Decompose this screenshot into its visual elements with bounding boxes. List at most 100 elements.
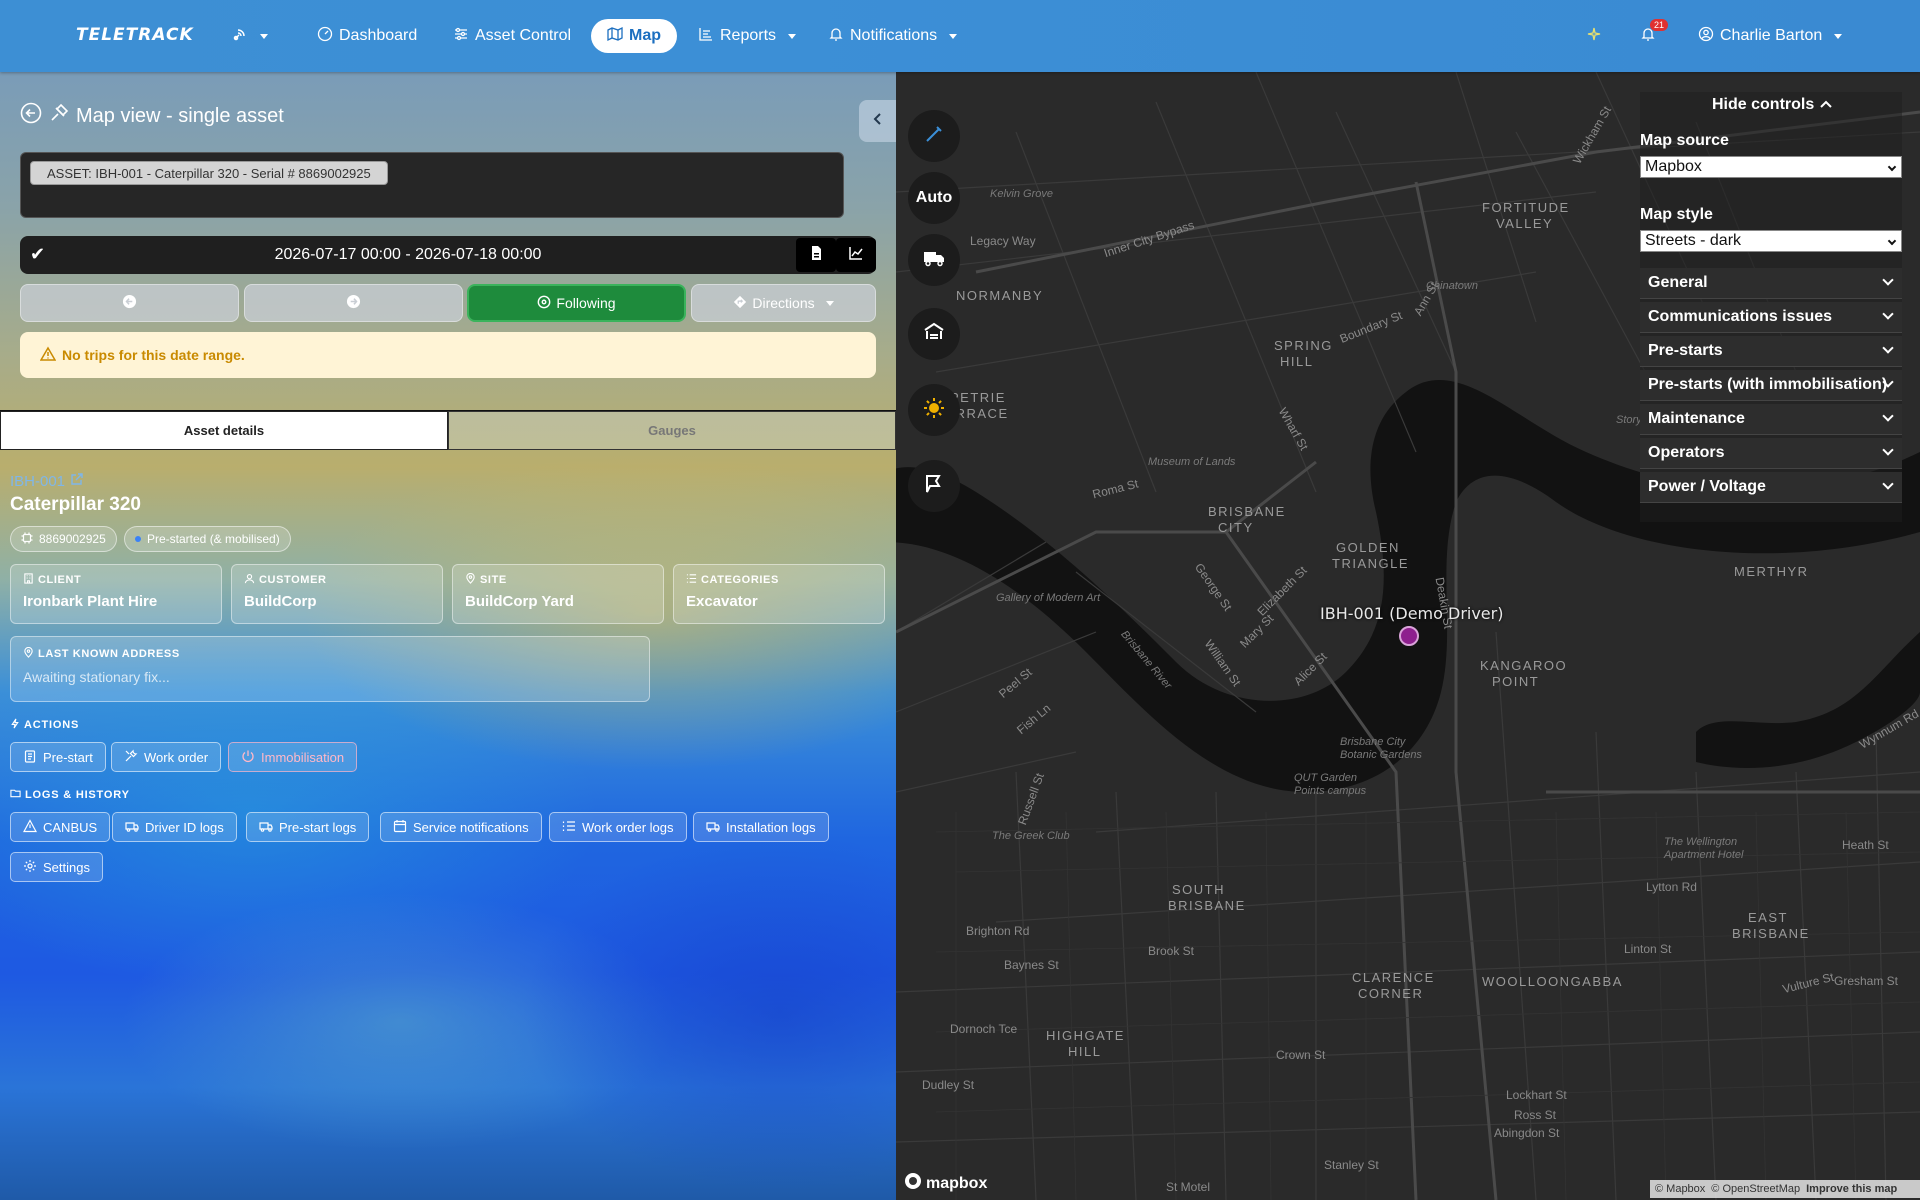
- next-button[interactable]: [244, 284, 463, 322]
- export-document-button[interactable]: [796, 238, 836, 272]
- work-order-button[interactable]: Work order: [111, 742, 222, 772]
- gear-icon: [23, 859, 37, 876]
- accordion-pre-starts-immobilisation[interactable]: Pre-starts (with immobilisation): [1640, 370, 1902, 401]
- map-style-label: Map style: [1640, 206, 1713, 223]
- draw-tool-button[interactable]: [908, 110, 960, 162]
- sliders-icon: [453, 26, 469, 47]
- geofence-tool-button[interactable]: [908, 460, 960, 512]
- asset-id-link[interactable]: IBH-001: [10, 472, 84, 490]
- map-style-value: Streets - dark: [1645, 232, 1742, 249]
- nav-notifications[interactable]: Notifications: [818, 19, 967, 53]
- nav-reports-label: Reports: [720, 27, 777, 44]
- map-label-heath-st: Heath St: [1842, 838, 1889, 852]
- mapbox-logo[interactable]: mapbox: [904, 1172, 987, 1195]
- satellite-menu[interactable]: [222, 19, 278, 53]
- lightning-icon: [10, 718, 20, 732]
- work-order-logs-button[interactable]: Work order logs: [549, 812, 687, 842]
- chevron-down-icon: [1882, 410, 1894, 422]
- map-pin-icon: [465, 572, 476, 587]
- back-arrow-icon[interactable]: [20, 102, 42, 130]
- vehicles-layer-button[interactable]: [908, 234, 960, 286]
- power-icon: [241, 749, 255, 766]
- installation-logs-label: Installation logs: [726, 819, 816, 835]
- address-label: LAST KNOWN ADDRESS: [38, 648, 180, 660]
- user-menu[interactable]: Charlie Barton: [1688, 19, 1852, 53]
- accordion-maintenance[interactable]: Maintenance: [1640, 404, 1902, 435]
- wrench-icon: [124, 749, 138, 766]
- canbus-button[interactable]: CANBUS: [10, 812, 111, 842]
- driver-id-logs-button[interactable]: Driver ID logs: [112, 812, 237, 842]
- sparkle-button[interactable]: [1576, 19, 1612, 53]
- installation-logs-button[interactable]: Installation logs: [693, 812, 829, 842]
- immobilisation-button[interactable]: Immobilisation: [228, 742, 358, 772]
- status-text: Pre-started (& mobilised): [147, 532, 280, 546]
- pencil-icon: [922, 122, 946, 151]
- map-label-lytton-rd: Lytton Rd: [1646, 880, 1697, 894]
- attribution-mapbox-link[interactable]: © Mapbox: [1655, 1183, 1705, 1195]
- customer-label-row: CUSTOMER: [244, 573, 430, 587]
- date-range-input[interactable]: 2026-07-17 00:00 - 2026-07-18 00:00: [20, 246, 796, 264]
- selected-asset-chip[interactable]: ASSET: IBH-001 - Caterpillar 320 - Seria…: [30, 161, 388, 185]
- service-notifications-label: Service notifications: [413, 819, 529, 835]
- site-label-row: SITE: [465, 572, 651, 587]
- address-value: Awaiting stationary fix...: [23, 669, 170, 685]
- theme-toggle-button[interactable]: [908, 384, 960, 436]
- notification-bell-button[interactable]: 21: [1630, 18, 1669, 53]
- asset-marker[interactable]: [1399, 626, 1419, 646]
- chip-icon: [21, 532, 33, 547]
- accordion-general[interactable]: General: [1640, 268, 1902, 299]
- chart-button[interactable]: [836, 238, 876, 272]
- map-label-east: EAST: [1748, 910, 1788, 925]
- asset-marker-label: IBH-001 (Demo Driver): [1320, 604, 1504, 623]
- tab-gauges[interactable]: Gauges: [448, 411, 896, 450]
- map-label-museum-lands: Museum of Lands: [1148, 456, 1236, 468]
- directions-dropdown[interactable]: Directions: [691, 284, 876, 322]
- nav-notifications-label: Notifications: [850, 27, 938, 44]
- brand-logo[interactable]: TELETRACK: [76, 25, 194, 45]
- following-toggle-button[interactable]: Following: [467, 284, 686, 322]
- improve-map-link[interactable]: Improve this map: [1806, 1183, 1897, 1195]
- pre-start-logs-button[interactable]: Pre-start logs: [246, 812, 370, 842]
- accordion-power-voltage[interactable]: Power / Voltage: [1640, 472, 1902, 503]
- map-label-highgate-hill: HILL: [1068, 1044, 1102, 1059]
- chevron-down-icon: [1882, 308, 1894, 320]
- attribution-osm-link[interactable]: © OpenStreetMap: [1711, 1183, 1800, 1195]
- chevron-down-icon: [949, 33, 958, 39]
- actions-section-label: ACTIONS: [10, 718, 79, 732]
- service-notifications-button[interactable]: Service notifications: [380, 812, 542, 842]
- clipboard-icon: [23, 749, 37, 766]
- map-source-select[interactable]: Mapbox: [1640, 156, 1902, 178]
- chevron-down-icon: [825, 300, 834, 306]
- auto-zoom-button[interactable]: Auto: [908, 172, 960, 224]
- list-icon: [698, 26, 714, 47]
- chevron-down-icon: [1834, 33, 1843, 39]
- map-label-spring: SPRING: [1274, 338, 1333, 353]
- nav-dashboard[interactable]: Dashboard: [307, 19, 427, 53]
- map-label-point: POINT: [1492, 674, 1540, 689]
- gauge-icon: [317, 26, 333, 47]
- map-style-select[interactable]: Streets - dark: [1640, 230, 1902, 252]
- directions-icon: [733, 295, 747, 312]
- site-value: BuildCorp Yard: [465, 593, 574, 610]
- nav-map[interactable]: Map: [591, 19, 677, 53]
- accordion-pre-starts[interactable]: Pre-starts: [1640, 336, 1902, 367]
- collapse-panel-button[interactable]: [859, 100, 896, 142]
- chevron-down-icon: [1882, 444, 1894, 456]
- client-label-row: CLIENT: [23, 573, 209, 587]
- map-label-wellington-hotel: The Wellington Apartment Hotel: [1664, 836, 1744, 861]
- nav-asset-control[interactable]: Asset Control: [443, 19, 581, 53]
- previous-button[interactable]: [20, 284, 239, 322]
- sites-layer-button[interactable]: [908, 308, 960, 360]
- asset-select-input[interactable]: ASSET: IBH-001 - Caterpillar 320 - Seria…: [20, 152, 844, 218]
- accordion-operators[interactable]: Operators: [1640, 438, 1902, 469]
- nav-reports[interactable]: Reports: [688, 19, 806, 53]
- accordion-communications-issues[interactable]: Communications issues: [1640, 302, 1902, 333]
- map-label-qut: QUT Garden Points campus: [1294, 772, 1367, 797]
- settings-button[interactable]: Settings: [10, 852, 103, 882]
- map-label-legacy-way: Legacy Way: [970, 234, 1036, 248]
- accordion-general-label: General: [1648, 274, 1708, 291]
- hide-controls-button[interactable]: Hide controls: [1712, 96, 1832, 114]
- pre-start-button[interactable]: Pre-start: [10, 742, 106, 772]
- tab-asset-details[interactable]: Asset details: [0, 411, 448, 450]
- external-link-icon: [70, 472, 84, 490]
